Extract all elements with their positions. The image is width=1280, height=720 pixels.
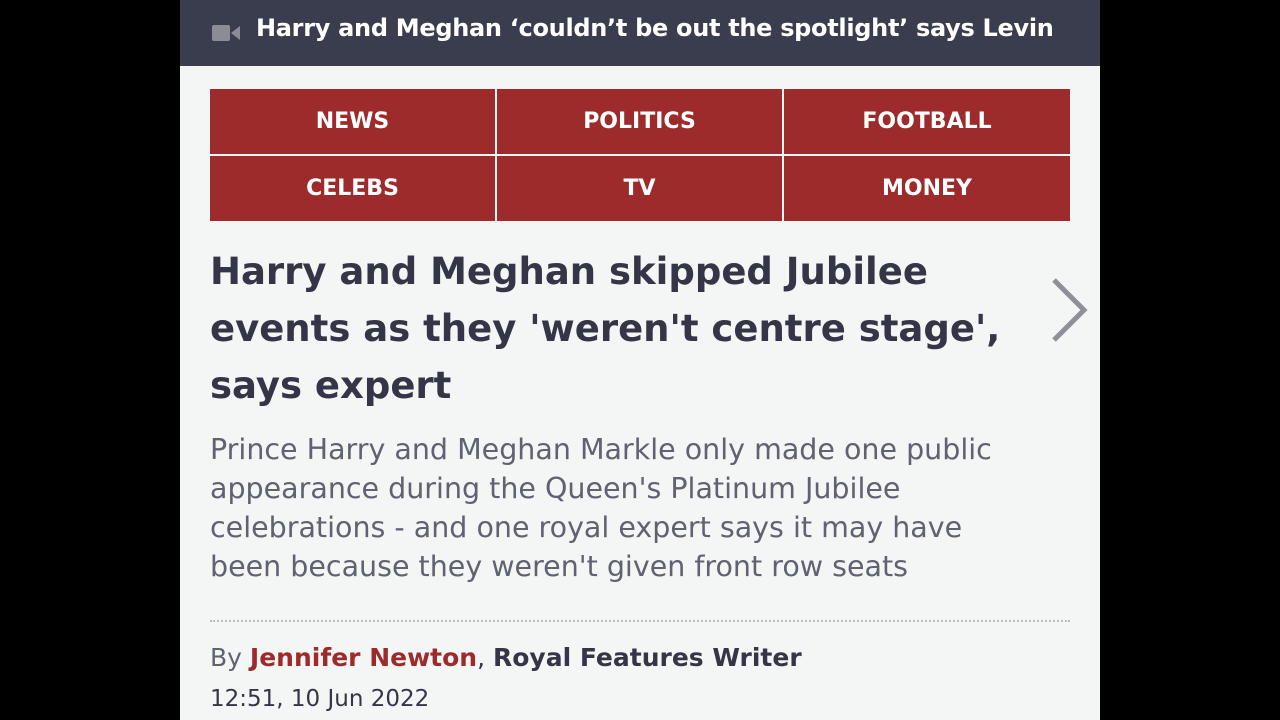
nav-politics[interactable]: POLITICS	[497, 89, 782, 154]
publish-timestamp: 12:51, 10 Jun 2022	[210, 686, 430, 712]
nav-football[interactable]: FOOTBALL	[784, 89, 1070, 154]
nav-news[interactable]: NEWS	[210, 89, 495, 154]
video-title-bar[interactable]: Harry and Meghan ‘couldn’t be out the sp…	[180, 0, 1100, 66]
standfirst-line: celebrations - and one royal expert says…	[210, 511, 963, 544]
headline-line: events as they 'weren't centre stage',	[210, 307, 1001, 350]
author-role: Royal Features Writer	[493, 643, 802, 672]
author-link[interactable]: Jennifer Newton	[250, 643, 477, 672]
video-camera-icon	[212, 25, 240, 41]
article-standfirst: Prince Harry and Meghan Markle only made…	[210, 430, 1080, 586]
section-nav: NEWS POLITICS FOOTBALL CELEBS TV MONEY	[210, 89, 1070, 223]
standfirst-line: Prince Harry and Meghan Markle only made…	[210, 433, 992, 466]
standfirst-line: been because they weren't given front ro…	[210, 550, 908, 583]
byline-separator: ,	[477, 643, 493, 672]
nav-money[interactable]: MONEY	[784, 156, 1070, 221]
byline-prefix: By	[210, 643, 250, 672]
byline: By Jennifer Newton, Royal Features Write…	[210, 643, 802, 672]
headline-line: says expert	[210, 364, 452, 407]
chevron-right-icon[interactable]	[1046, 274, 1090, 346]
article-headline: Harry and Meghan skipped Jubilee events …	[210, 243, 1030, 414]
nav-celebs[interactable]: CELEBS	[210, 156, 495, 221]
article-page: Harry and Meghan ‘couldn’t be out the sp…	[180, 0, 1100, 720]
headline-line: Harry and Meghan skipped Jubilee	[210, 250, 928, 293]
dotted-divider	[210, 620, 1070, 622]
nav-tv[interactable]: TV	[497, 156, 782, 221]
video-title: Harry and Meghan ‘couldn’t be out the sp…	[256, 14, 1054, 42]
standfirst-line: appearance during the Queen's Platinum J…	[210, 472, 901, 505]
